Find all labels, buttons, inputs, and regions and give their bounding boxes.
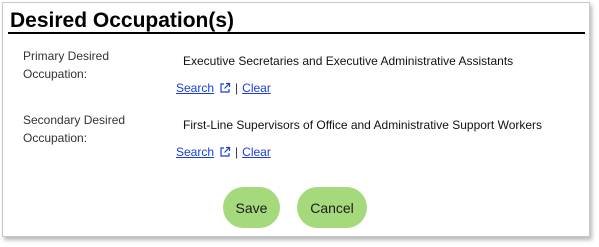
primary-occupation-label: Primary Desired Occupation: bbox=[23, 49, 110, 81]
secondary-occupation-value: First-Line Supervisors of Office and Adm… bbox=[183, 118, 543, 132]
title-divider bbox=[8, 32, 585, 34]
primary-search-label: Search bbox=[176, 81, 215, 95]
primary-occupation-value: Executive Secretaries and Executive Admi… bbox=[183, 54, 514, 68]
primary-clear-link[interactable]: Clear bbox=[242, 80, 271, 96]
primary-search-link[interactable]: Search bbox=[176, 80, 214, 96]
secondary-occupation-actions: Search | Clear bbox=[176, 144, 271, 160]
secondary-clear-link[interactable]: Clear bbox=[242, 144, 271, 160]
desired-occupations-panel: Desired Occupation(s) Primary Desired Oc… bbox=[2, 2, 590, 237]
save-button[interactable]: Save bbox=[223, 187, 280, 228]
link-separator: | bbox=[235, 145, 239, 159]
external-link-icon[interactable] bbox=[219, 146, 231, 158]
link-separator: | bbox=[235, 81, 239, 95]
primary-occupation-actions: Search | Clear bbox=[176, 80, 271, 96]
secondary-search-label: Search bbox=[176, 145, 215, 159]
secondary-search-link[interactable]: Search bbox=[176, 144, 214, 160]
secondary-occupation-label: Secondary Desired Occupation: bbox=[23, 113, 126, 145]
section-title: Desired Occupation(s) bbox=[10, 9, 235, 32]
external-link-icon[interactable] bbox=[219, 82, 231, 94]
cancel-button[interactable]: Cancel bbox=[297, 187, 367, 228]
